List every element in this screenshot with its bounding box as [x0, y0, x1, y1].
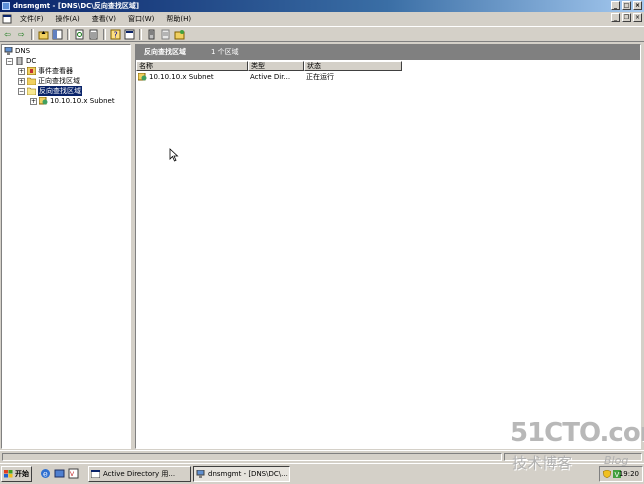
- minimize-button[interactable]: _: [611, 1, 620, 10]
- task-label: dnsmgmt - [DNS\DC\...: [208, 470, 288, 478]
- event-viewer-icon: [27, 67, 36, 75]
- zone-icon: [138, 73, 147, 81]
- tree-label: 事件查看器: [38, 67, 73, 75]
- server-icon: [16, 57, 23, 65]
- table-row[interactable]: 10.10.10.x Subnet Active Dir... 正在运行: [136, 72, 402, 82]
- column-status[interactable]: 状态: [304, 61, 402, 71]
- taskbar: 开始 e V Active Directory 用... dnsmgmt - […: [0, 463, 644, 484]
- zone-count: 1 个区域: [211, 48, 239, 56]
- child-minimize-button[interactable]: _: [611, 13, 620, 22]
- ie-icon[interactable]: e: [40, 468, 51, 479]
- column-headers: 名称 类型 状态: [136, 61, 640, 71]
- tree-label-selected: 反向查找区域: [38, 86, 82, 96]
- system-tray: V 19:20: [599, 466, 643, 482]
- dns-icon: [196, 470, 205, 478]
- vmware-icon[interactable]: V: [68, 468, 79, 479]
- result-pane-header: 反向查找区域 1 个区域: [136, 45, 640, 60]
- zone-name: 10.10.10.x Subnet: [149, 73, 214, 81]
- column-type[interactable]: 类型: [248, 61, 304, 71]
- menu-file[interactable]: 文件(F): [14, 13, 50, 25]
- mmc-document-icon[interactable]: [2, 14, 12, 24]
- new-zone-icon[interactable]: [174, 29, 185, 40]
- start-label: 开始: [15, 470, 29, 478]
- tree-node-subnet-zone[interactable]: + 10.10.10.x Subnet: [30, 96, 115, 106]
- mmc-icon: [91, 470, 100, 478]
- security-shield-icon[interactable]: [603, 470, 611, 478]
- console-tree[interactable]: DNS − DC + 事件查看器 + 正向查找区域 − 反向查找区域 + 10.…: [1, 44, 131, 449]
- taskbar-item-active-directory[interactable]: Active Directory 用...: [88, 466, 191, 482]
- tree-node-reverse-zones[interactable]: − 反向查找区域: [18, 86, 82, 96]
- tree-node-dc[interactable]: − DC: [6, 56, 36, 66]
- task-label: Active Directory 用...: [103, 470, 176, 478]
- app-icon[interactable]: [2, 2, 10, 10]
- expand-toggle[interactable]: +: [30, 97, 37, 105]
- windows-flag-icon: [4, 470, 13, 478]
- menu-window[interactable]: 窗口(W): [122, 13, 160, 25]
- menu-view[interactable]: 查看(V): [86, 13, 122, 25]
- clock[interactable]: 19:20: [619, 467, 639, 481]
- collapse-toggle[interactable]: −: [18, 87, 25, 95]
- server-icon[interactable]: [146, 29, 157, 40]
- column-name[interactable]: 名称: [136, 61, 248, 71]
- tree-label: DNS: [15, 47, 31, 55]
- title-bar[interactable]: dnsmgmt - [DNS\DC\反向查找区域] _ □ ×: [0, 0, 644, 12]
- tree-node-event-viewer[interactable]: + 事件查看器: [18, 66, 73, 76]
- result-pane[interactable]: 反向查找区域 1 个区域 名称 类型 状态 10.10.10.x Subnet …: [135, 44, 641, 449]
- show-desktop-icon[interactable]: [54, 468, 65, 479]
- collapse-toggle[interactable]: −: [6, 57, 13, 65]
- zone-type: Active Dir...: [250, 73, 291, 81]
- mouse-cursor-icon: [169, 148, 179, 162]
- close-button[interactable]: ×: [633, 1, 642, 10]
- menu-bar: 文件(F) 操作(A) 查看(V) 窗口(W) 帮助(H): [0, 13, 644, 25]
- forward-arrow-icon[interactable]: ⇨: [16, 29, 27, 40]
- back-arrow-icon[interactable]: ⇦: [2, 29, 13, 40]
- help-icon[interactable]: ?: [110, 29, 121, 40]
- pane-title: 反向查找区域: [144, 48, 186, 56]
- tree-label: 10.10.10.x Subnet: [50, 97, 115, 105]
- tree-node-dns[interactable]: DNS: [4, 46, 30, 56]
- taskbar-item-dnsmgmt[interactable]: dnsmgmt - [DNS\DC\...: [193, 466, 290, 482]
- properties-icon[interactable]: [124, 29, 135, 40]
- tree-label: DC: [26, 57, 37, 65]
- zone-status: 正在运行: [306, 73, 334, 81]
- folder-icon: [27, 77, 36, 85]
- refresh-icon[interactable]: [74, 29, 85, 40]
- expand-toggle[interactable]: +: [18, 67, 25, 75]
- export-list-icon[interactable]: [88, 29, 99, 40]
- tree-node-forward-zones[interactable]: + 正向查找区域: [18, 76, 80, 86]
- show-hide-tree-icon[interactable]: [52, 29, 63, 40]
- child-close-button[interactable]: ×: [633, 13, 642, 22]
- child-restore-button[interactable]: ❐: [622, 13, 631, 22]
- maximize-button[interactable]: □: [622, 1, 631, 10]
- toolbar: ⇦ ⇨ ?: [0, 26, 644, 42]
- window-title: dnsmgmt - [DNS\DC\反向查找区域]: [13, 2, 140, 10]
- start-button[interactable]: 开始: [1, 466, 32, 482]
- tree-label: 正向查找区域: [38, 77, 80, 85]
- up-folder-icon[interactable]: [38, 29, 49, 40]
- svg-text:e: e: [43, 470, 48, 479]
- expand-toggle[interactable]: +: [18, 77, 25, 85]
- open-folder-icon: [27, 87, 36, 95]
- menu-action[interactable]: 操作(A): [50, 13, 86, 25]
- menu-help[interactable]: 帮助(H): [160, 13, 197, 25]
- status-bar: [0, 450, 644, 462]
- zone-list-icon[interactable]: [160, 29, 171, 40]
- svg-text:?: ?: [114, 30, 118, 39]
- zone-icon: [39, 97, 48, 105]
- dns-computer-icon: [4, 47, 13, 55]
